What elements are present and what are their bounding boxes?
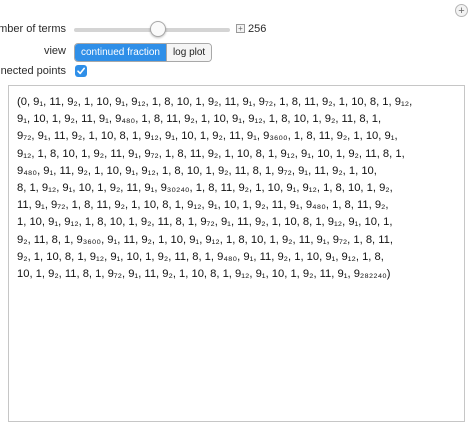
connected-points-checkbox[interactable] xyxy=(75,65,87,77)
terms-label: number of terms xyxy=(0,23,66,35)
connected-points-label: connected points xyxy=(0,65,66,77)
output-line: 8, 1, 9₁₂, 9₁, 10, 1, 9₂, 11, 9₁, 9₃₀₂₄₀… xyxy=(17,182,393,195)
view-label: view xyxy=(43,45,66,57)
continued-fraction-output: (0, 9₁, 11, 9₂, 1, 10, 9₁, 9₁₂, 1, 8, 10… xyxy=(17,94,455,283)
output-line: 9₂, 11, 8, 1, 9₃₆₀₀, 9₁, 11, 9₂, 1, 10, … xyxy=(17,233,393,246)
demonstration-frame: + number of terms + 256 view continued f… xyxy=(0,0,474,432)
terms-value: 256 xyxy=(248,23,267,35)
output-panel: (0, 9₁, 11, 9₂, 1, 10, 9₁, 9₁₂, 1, 8, 10… xyxy=(8,85,465,422)
output-line: 9₁, 10, 1, 9₂, 11, 9₁, 9₄₈₀, 1, 8, 11, 9… xyxy=(17,113,382,126)
output-line: 1, 10, 9₁, 9₁₂, 1, 8, 10, 1, 9₂, 11, 8, … xyxy=(17,216,393,229)
slider-plus-icon[interactable]: + xyxy=(236,24,245,33)
options-plus-icon[interactable]: + xyxy=(455,4,468,17)
terms-slider-thumb[interactable] xyxy=(150,21,167,37)
output-line: 9₄₈₀, 9₁, 11, 9₂, 1, 10, 9₁, 9₁₂, 1, 8, … xyxy=(17,164,377,177)
view-toggle: continued fraction log plot xyxy=(74,43,213,62)
output-line: 11, 9₁, 9₇₂, 1, 8, 11, 9₂, 1, 10, 8, 1, … xyxy=(17,199,389,212)
output-line: 9₇₂, 9₁, 11, 9₂, 1, 10, 8, 1, 9₁₂, 9₁, 1… xyxy=(17,130,398,143)
output-line: 10, 1, 9₂, 11, 8, 1, 9₇₂, 9₁, 11, 9₂, 1,… xyxy=(17,268,391,281)
output-line: 9₁₂, 1, 8, 10, 1, 9₂, 11, 9₁, 9₇₂, 1, 8,… xyxy=(17,147,405,160)
output-line: 9₂, 1, 10, 8, 1, 9₁₂, 9₁, 10, 1, 9₂, 11,… xyxy=(17,250,384,263)
output-line: (0, 9₁, 11, 9₂, 1, 10, 9₁, 9₁₂, 1, 8, 10… xyxy=(17,96,413,108)
view-option-log-plot[interactable]: log plot xyxy=(165,44,212,61)
view-option-continued-fraction[interactable]: continued fraction xyxy=(75,44,166,61)
checkmark-icon xyxy=(77,67,85,75)
